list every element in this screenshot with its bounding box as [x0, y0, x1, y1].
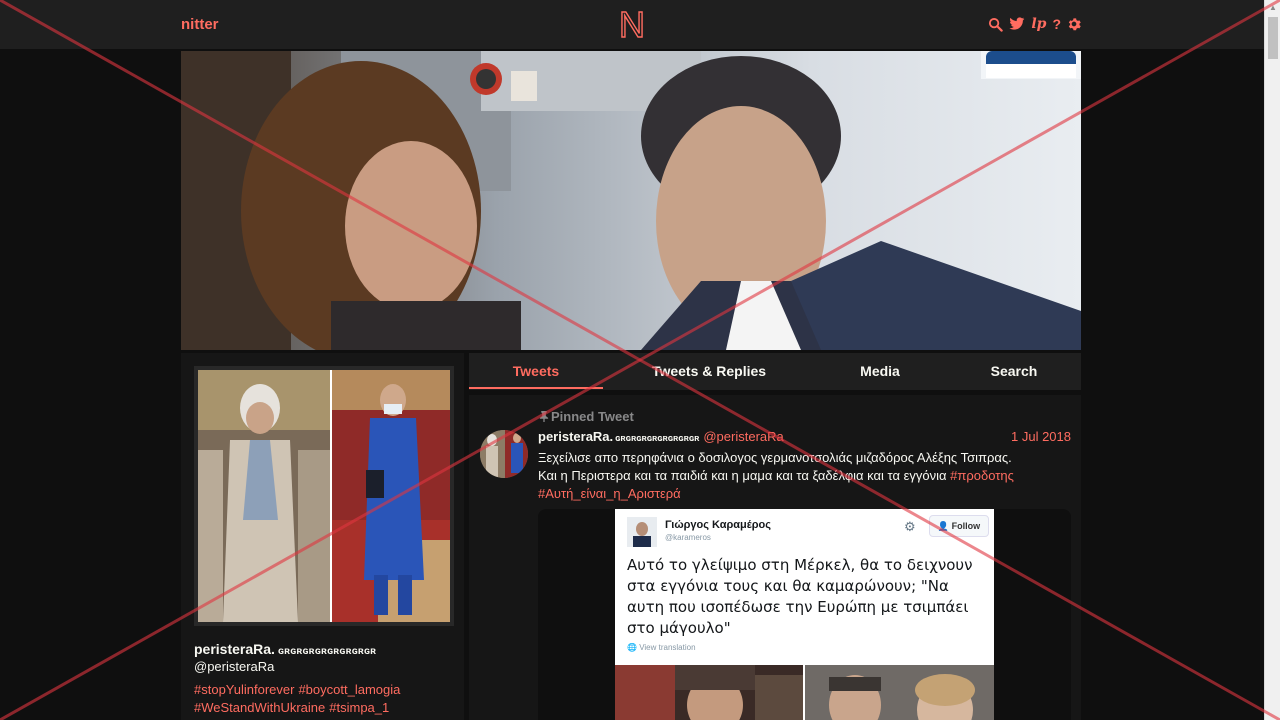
avatar-image [198, 370, 450, 622]
tweet-fullname[interactable]: peristeraRa. ɢʀɢʀɢʀɢʀɢʀɢʀɢʀɢʀ [538, 429, 699, 444]
embed-follow-button: 👤 Follow [929, 515, 989, 537]
tweet-fullname-text: peristeraRa. [538, 429, 614, 444]
gear-icon[interactable] [1067, 17, 1081, 31]
profile-username[interactable]: @peristeraRa [194, 659, 274, 674]
follow-icon: 👤 [937, 521, 950, 531]
timeline-tabs: Tweets Tweets & Replies Media Search [469, 353, 1081, 390]
tweet-content: Ξεχείλισε απο περηφάνια ο δοσιλογος γερμ… [538, 449, 1071, 503]
tab-media[interactable]: Media [835, 363, 925, 379]
bio-hashtag[interactable]: #stopYulinforever [194, 682, 294, 697]
bio-hashtag[interactable]: #tsimpa_1 [329, 700, 389, 715]
embed-text: Αυτό το γλείψιμο στη Μέρκελ, θα το δειχν… [627, 556, 973, 637]
profile-banner[interactable] [181, 51, 1081, 350]
pinned-label: Pinned Tweet [539, 409, 634, 424]
banner-photo [181, 51, 1081, 350]
tweet-username[interactable]: @peristeraRa [703, 429, 783, 444]
navbar: nitter N lp ? [0, 0, 1264, 50]
tab-search[interactable]: Search [969, 363, 1059, 379]
pinned-text: Pinned Tweet [551, 409, 634, 424]
help-icon[interactable]: ? [1052, 16, 1061, 32]
profile-fullname-deco: ɢʀɢʀɢʀɢʀɢʀɢʀɢʀɢʀ [277, 646, 377, 657]
profile-fullname[interactable]: peristeraRa. ɢʀɢʀɢʀɢʀɢʀɢʀɢʀɢʀ [194, 641, 376, 657]
tab-tweets[interactable]: Tweets [469, 363, 603, 379]
attached-image[interactable]: Γιώργος Καραμέρος @karameros ⚙ 👤 Follow … [615, 509, 994, 720]
pin-icon [539, 411, 549, 422]
embed-author-name: Γιώργος Καραμέρος [665, 519, 771, 531]
bio-hashtag[interactable]: #WeStandWithUkraine [194, 700, 325, 715]
tweet-header: peristeraRa. ɢʀɢʀɢʀɢʀɢʀɢʀɢʀɢʀ @peristeraRa… [538, 429, 1071, 444]
nitter-logo-icon[interactable]: N [616, 6, 648, 42]
tab-tweets-replies[interactable]: Tweets & Replies [624, 363, 794, 379]
gear-icon: ⚙ [904, 519, 916, 534]
tweet-media[interactable]: Γιώργος Καραμέρος @karameros ⚙ 👤 Follow … [538, 509, 1071, 720]
page-scrollbar[interactable]: ▲ [1264, 0, 1280, 720]
tweet-item[interactable]: Pinned Tweet peristeraRa. ɢʀɢʀɢʀɢʀɢʀɢʀɢʀɢ… [469, 395, 1081, 720]
scroll-up-arrow-icon[interactable]: ▲ [1265, 0, 1280, 16]
tweet-hashtag[interactable]: #Αυτή_είναι_η_Αριστερά [538, 486, 681, 501]
nav-icons: lp ? [988, 16, 1081, 32]
tweet-hashtag[interactable]: #προδοτης [950, 468, 1014, 483]
profile-fullname-text: peristeraRa. [194, 641, 275, 657]
scroll-thumb[interactable] [1268, 17, 1278, 59]
embed-photo [805, 665, 994, 720]
nav-brand-link[interactable]: nitter [181, 16, 219, 33]
tweet-avatar[interactable] [480, 430, 528, 478]
tweet-fullname-deco: ɢʀɢʀɢʀɢʀɢʀɢʀɢʀɢʀ [615, 433, 700, 443]
active-tab-indicator [469, 387, 603, 389]
search-icon[interactable] [988, 17, 1004, 32]
tweet-date[interactable]: 1 Jul 2018 [1011, 429, 1071, 444]
tweet-text-line1: Ξεχείλισε απο περηφάνια ο δοσιλογος γερμ… [538, 450, 1012, 465]
embed-translate: 🌐 View translation [627, 643, 696, 652]
tweet-avatar-image [480, 430, 528, 478]
profile-avatar[interactable] [194, 366, 454, 626]
embed-photo [615, 665, 803, 720]
liberapay-icon[interactable]: lp [1031, 16, 1046, 32]
profile-bio: #stopYulinforever #boycott_lamogia #WeSta… [194, 681, 454, 717]
embed-follow-label: Follow [951, 521, 981, 531]
embed-translate-label: View translation [639, 643, 696, 652]
profile-card: peristeraRa. ɢʀɢʀɢʀɢʀɢʀɢʀɢʀɢʀ @peristeraR… [181, 353, 464, 720]
embed-author-handle: @karameros [665, 533, 711, 542]
embed-avatar [627, 517, 657, 547]
tweet-text-line2: Και η Περιστερα και τα παιδιά και η μαμα… [538, 468, 951, 483]
twitter-icon[interactable] [1009, 17, 1025, 31]
svg-text:N: N [619, 6, 645, 42]
timeline: Tweets Tweets & Replies Media Search Pin… [469, 353, 1081, 720]
globe-icon: 🌐 [627, 643, 637, 652]
bio-hashtag[interactable]: #boycott_lamogia [298, 682, 400, 697]
